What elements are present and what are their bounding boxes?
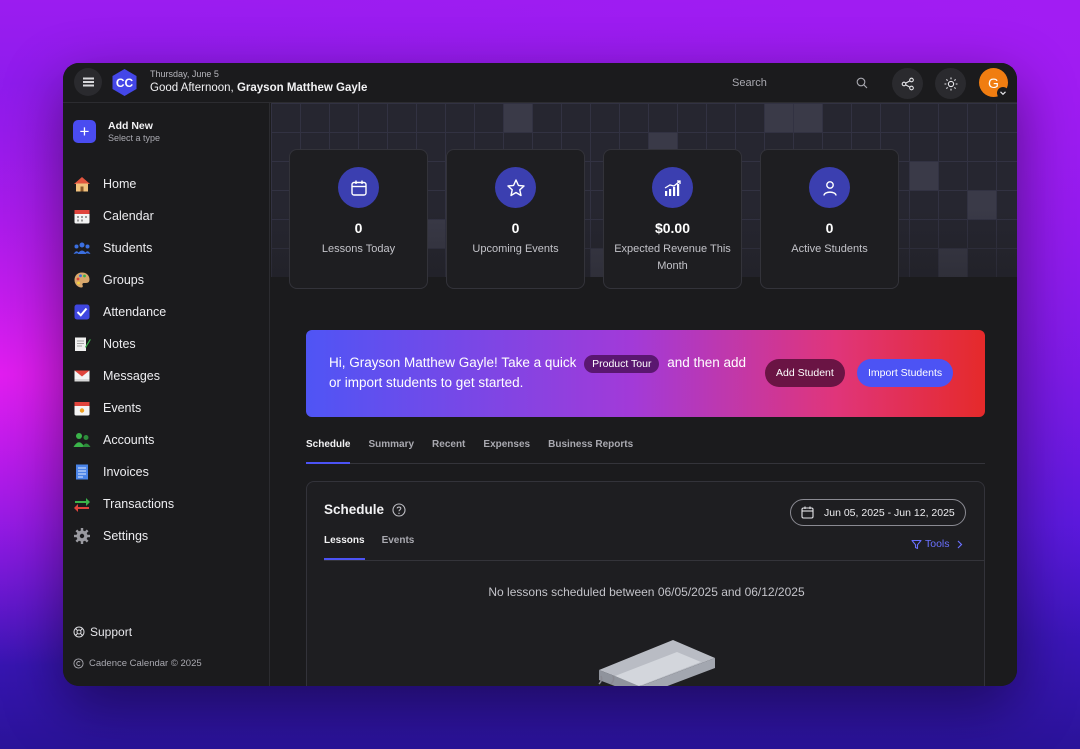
copyright-icon xyxy=(73,658,84,669)
stat-card-lessons-today[interactable]: 0 Lessons Today xyxy=(289,149,428,289)
stat-card-upcoming-events[interactable]: 0 Upcoming Events xyxy=(446,149,585,289)
star-icon xyxy=(495,167,536,208)
tab-recent[interactable]: Recent xyxy=(432,433,465,463)
notes-icon xyxy=(75,337,91,351)
sidebar-nav: Home Calendar Students Groups Attendance… xyxy=(73,168,174,552)
banner-message: Hi, Grayson Matthew Gayle! Take a quick … xyxy=(329,355,747,390)
chevron-right-icon xyxy=(957,540,962,548)
share-button[interactable] xyxy=(892,68,923,99)
transactions-icon xyxy=(74,498,90,512)
add-new-button[interactable]: + Add New Select a type xyxy=(73,120,160,143)
sidebar-item-students[interactable]: Students xyxy=(73,232,174,264)
date-range-picker[interactable]: Jun 05, 2025 - Jun 12, 2025 xyxy=(790,499,966,526)
invoice-icon xyxy=(76,464,88,480)
app-window: CC Thursday, June 5 Good Afternoon, Gray… xyxy=(63,63,1017,686)
search-icon[interactable] xyxy=(856,77,868,89)
sidebar-item-settings[interactable]: Settings xyxy=(73,520,174,552)
help-icon[interactable] xyxy=(392,502,406,517)
tools-button[interactable]: Tools xyxy=(911,538,963,550)
plus-icon[interactable]: + xyxy=(73,120,96,143)
search-input[interactable]: Search xyxy=(724,77,856,89)
sun-icon xyxy=(944,77,957,90)
current-date: Thursday, June 5 xyxy=(150,69,219,79)
envelope-icon xyxy=(74,370,90,382)
app-logo[interactable]: CC xyxy=(110,68,139,97)
chevron-down-icon[interactable] xyxy=(997,87,1009,99)
user-icon xyxy=(809,167,850,208)
main-content: 0 Lessons Today 0 Upcoming Events $0.00 … xyxy=(271,103,1017,686)
sidebar-item-events[interactable]: Events xyxy=(73,392,174,424)
welcome-banner: Hi, Grayson Matthew Gayle! Take a quick … xyxy=(306,330,985,417)
stat-label: Upcoming Events xyxy=(472,243,559,255)
sidebar-item-calendar[interactable]: Calendar xyxy=(73,200,174,232)
add-student-button[interactable]: Add Student xyxy=(765,359,845,387)
empty-schedule-message: No lessons scheduled between 06/05/2025 … xyxy=(488,585,805,599)
tab-summary[interactable]: Summary xyxy=(368,433,414,463)
search-bar[interactable]: Search xyxy=(724,69,874,97)
calendar-icon xyxy=(338,167,379,208)
stat-value: $0.00 xyxy=(654,220,691,236)
stat-card-expected-revenue[interactable]: $0.00 Expected Revenue This Month xyxy=(603,149,742,289)
top-header: CC Thursday, June 5 Good Afternoon, Gray… xyxy=(63,63,1017,103)
stat-card-active-students[interactable]: 0 Active Students xyxy=(760,149,899,289)
menu-toggle-button[interactable] xyxy=(74,68,102,96)
tab-business-reports[interactable]: Business Reports xyxy=(548,433,633,463)
support-link[interactable]: Support xyxy=(73,625,132,639)
copyright-text: Cadence Calendar © 2025 xyxy=(73,658,202,669)
tab-events[interactable]: Events xyxy=(382,535,415,560)
hamburger-icon xyxy=(82,81,94,83)
checkbox-icon xyxy=(74,304,90,320)
filter-icon xyxy=(911,539,922,549)
import-students-button[interactable]: Import Students xyxy=(857,359,954,387)
sidebar-item-accounts[interactable]: Accounts xyxy=(73,424,174,456)
schedule-sub-tabs: Lessons Events xyxy=(324,535,985,561)
stat-value: 0 xyxy=(511,220,520,236)
schedule-card: Schedule Jun 05, 2025 - Jun 12, 2025 Les… xyxy=(306,481,985,686)
sidebar-item-groups[interactable]: Groups xyxy=(73,264,174,296)
sidebar-item-messages[interactable]: Messages xyxy=(73,360,174,392)
tab-expenses[interactable]: Expenses xyxy=(483,433,530,463)
stat-label: Lessons Today xyxy=(321,243,396,255)
product-tour-button[interactable]: Product Tour xyxy=(584,355,660,373)
palette-icon xyxy=(74,272,90,288)
calendar-icon xyxy=(74,210,90,224)
laptop-coffee-illustration xyxy=(598,640,715,686)
stat-label: Active Students xyxy=(791,243,868,255)
svg-text:CC: CC xyxy=(116,76,134,90)
schedule-title: Schedule xyxy=(324,502,406,517)
stat-value: 0 xyxy=(354,220,363,236)
chart-icon xyxy=(652,167,693,208)
stat-label: Expected Revenue This Month xyxy=(614,243,731,272)
tab-lessons[interactable]: Lessons xyxy=(324,535,365,560)
share-icon xyxy=(901,77,914,90)
home-icon xyxy=(74,177,90,192)
sidebar-item-invoices[interactable]: Invoices xyxy=(73,456,174,488)
sidebar: + Add New Select a type Home Calendar St… xyxy=(63,103,270,686)
theme-toggle-button[interactable] xyxy=(935,68,966,99)
tab-schedule[interactable]: Schedule xyxy=(306,433,351,464)
support-icon xyxy=(73,626,85,638)
dashboard-tabs: Schedule Summary Recent Expenses Busines… xyxy=(306,433,985,464)
sidebar-item-home[interactable]: Home xyxy=(73,168,174,200)
greeting-text: Good Afternoon, Grayson Matthew Gayle xyxy=(150,82,368,94)
sidebar-item-transactions[interactable]: Transactions xyxy=(73,488,174,520)
events-icon xyxy=(74,402,90,416)
sidebar-item-attendance[interactable]: Attendance xyxy=(73,296,174,328)
accounts-icon xyxy=(73,433,91,447)
add-new-title: Add New xyxy=(108,120,153,132)
students-icon xyxy=(73,242,91,254)
gear-icon xyxy=(74,528,90,544)
user-name: Grayson Matthew Gayle xyxy=(236,82,368,94)
calendar-icon xyxy=(801,506,814,519)
sidebar-item-notes[interactable]: Notes xyxy=(73,328,174,360)
stat-value: 0 xyxy=(825,220,834,236)
add-new-subtitle: Select a type xyxy=(108,133,161,143)
